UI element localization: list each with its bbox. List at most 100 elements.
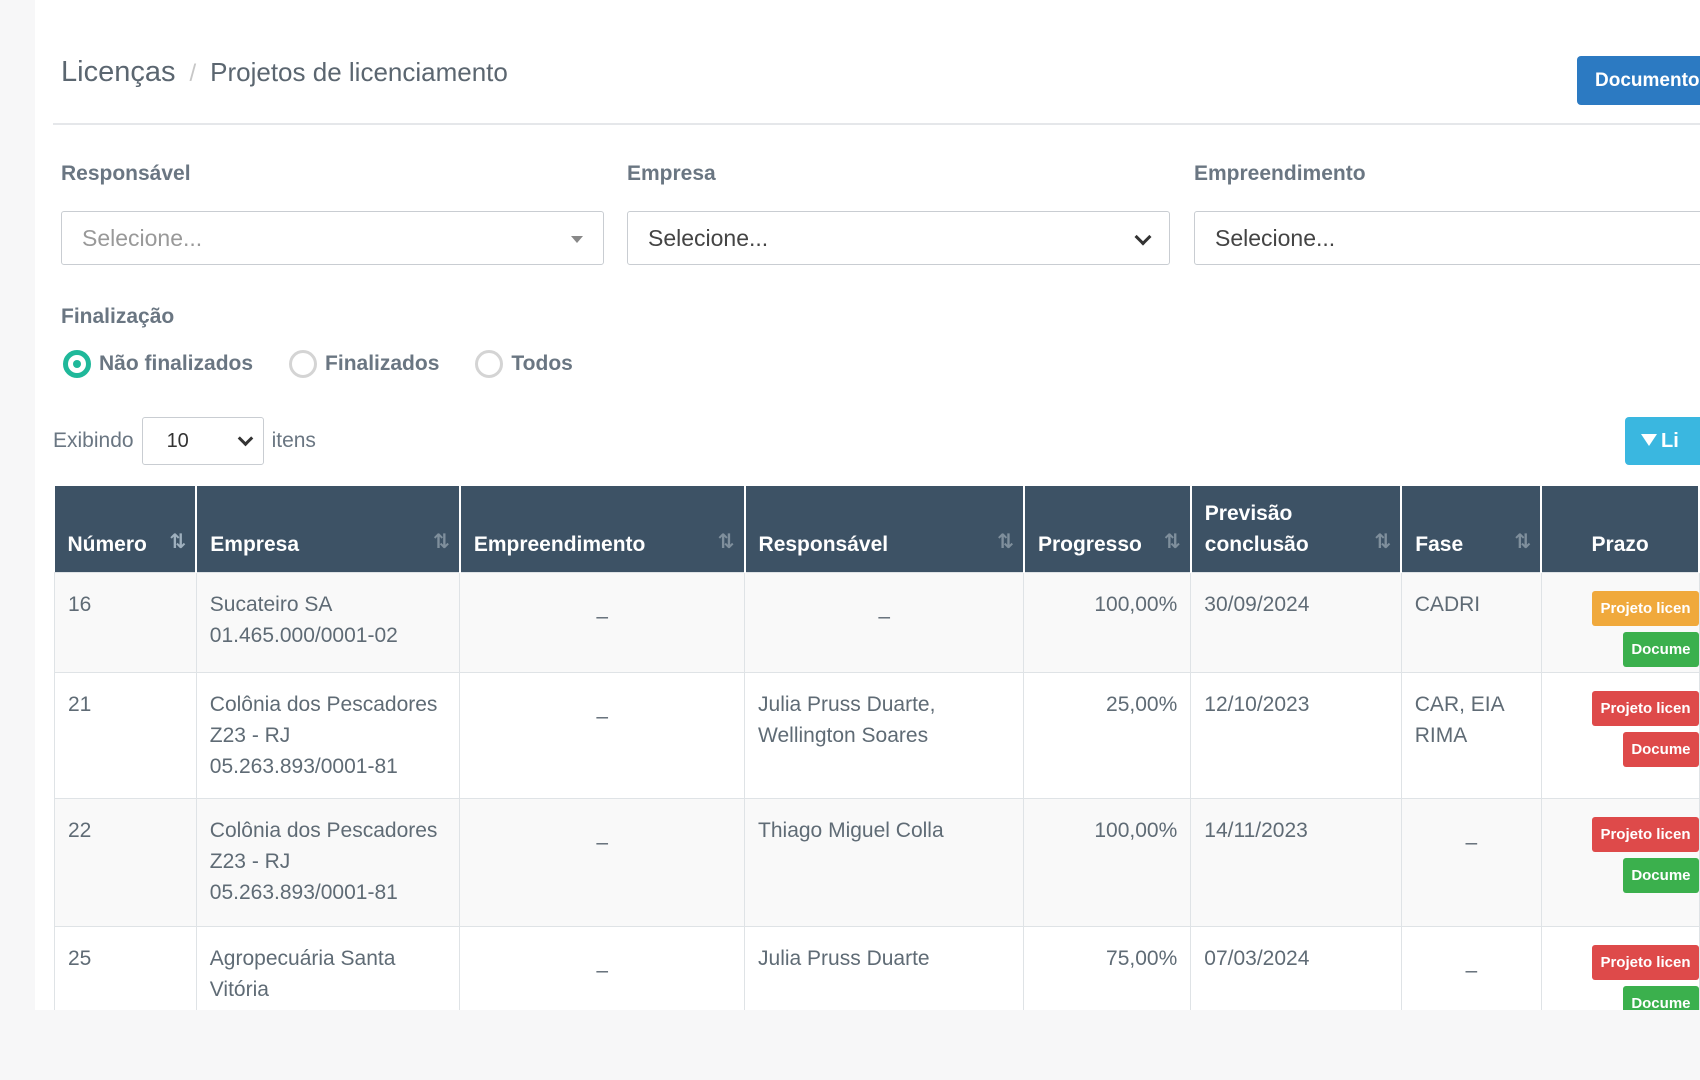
col-empresa-label: Empresa: [210, 533, 300, 556]
prazo-badge: Docume: [1623, 632, 1699, 667]
radio-nao-finalizados[interactable]: Não finalizados: [63, 350, 253, 378]
cell-empresa: Agropecuária Santa Vitória: [195, 926, 461, 1010]
page-size-value: 10: [166, 430, 189, 452]
fase-value: CAR, EIA RIMA: [1414, 693, 1504, 747]
radio-selected-icon[interactable]: [63, 350, 91, 378]
cell-empresa: Colônia dos Pescadores Z23 - RJ 05.263.893…: [195, 798, 461, 927]
empreendimento-value: –: [596, 831, 609, 854]
col-prazo-label: Prazo: [1591, 533, 1649, 556]
page-size-select[interactable]: 10: [141, 417, 264, 465]
breadcrumb-current: Projetos de licenciamento: [210, 57, 508, 87]
cell-empresa: Sucateiro SA 01.465.000/0001-02: [195, 572, 461, 673]
responsavel-value: Julia Pruss Duarte: [758, 947, 930, 970]
col-fase[interactable]: Fase ⇅: [1401, 486, 1543, 573]
prazo-badge: Docume: [1623, 858, 1699, 893]
cell-prazo: Projeto licen Docume: [1540, 798, 1700, 927]
sort-icon[interactable]: ⇅: [433, 527, 450, 558]
breadcrumb-root-link[interactable]: Licenças: [61, 56, 175, 89]
col-progresso[interactable]: Progresso ⇅: [1023, 486, 1192, 573]
prazo-badge: Projeto licen: [1592, 591, 1699, 626]
col-numero-label: Número: [67, 533, 147, 556]
empreendimento-label: Empreendimento: [1194, 162, 1366, 185]
cell-numero: 25: [54, 926, 197, 1010]
cell-prazo: Projeto licen Docume: [1540, 926, 1700, 1010]
projects-table: Número ⇅ Empresa ⇅ Empreendimento ⇅ Respons…: [54, 486, 1700, 1010]
col-previsao[interactable]: Previsão conclusão ⇅: [1190, 486, 1403, 573]
cell-responsavel: –: [744, 572, 1025, 673]
cell-progresso: 100,00%: [1023, 572, 1192, 673]
prazo-badges: Projeto licen Docume: [1555, 943, 1699, 1010]
prazo-badges: Projeto licen Docume: [1555, 689, 1699, 767]
col-prazo[interactable]: Prazo: [1541, 486, 1700, 573]
col-responsavel-label: Responsável: [758, 533, 889, 556]
cell-numero: 21: [54, 672, 197, 799]
documents-button[interactable]: Documentos: [1577, 56, 1700, 105]
cell-previsao: 30/09/2024: [1190, 572, 1402, 673]
col-responsavel[interactable]: Responsável ⇅: [744, 486, 1025, 573]
cell-prazo: Projeto licen Docume: [1540, 572, 1700, 673]
sort-icon[interactable]: ⇅: [997, 527, 1014, 558]
chevron-down-icon: [237, 430, 253, 447]
radio-empty-icon[interactable]: [475, 350, 504, 378]
table-row[interactable]: 21 Colônia dos Pescadores Z23 - RJ 05.263.8…: [54, 672, 1700, 799]
cell-empreendimento: –: [459, 798, 746, 927]
prazo-badge: Projeto licen: [1592, 945, 1699, 980]
responsavel-value: –: [878, 605, 891, 628]
cell-progresso: 75,00%: [1023, 926, 1192, 1010]
table-row[interactable]: 22 Colônia dos Pescadores Z23 - RJ 05.263.8…: [54, 798, 1700, 927]
empresa-line: Colônia dos Pescadores: [209, 693, 438, 716]
cell-progresso: 100,00%: [1023, 798, 1192, 927]
empresa-line: Agropecuária Santa: [209, 947, 396, 970]
cell-progresso: 25,00%: [1023, 672, 1192, 799]
responsavel-label: Responsável: [61, 162, 191, 185]
radio-label-todos: Todos: [511, 352, 573, 375]
cell-fase: –: [1400, 798, 1542, 927]
cell-previsao: 14/11/2023: [1190, 798, 1402, 927]
empresa-line: Colônia dos Pescadores: [209, 819, 438, 842]
radio-empty-icon[interactable]: [289, 350, 318, 378]
responsavel-value: Julia Pruss Duarte, Wellington Soares: [758, 693, 936, 747]
responsavel-select[interactable]: Selecione...: [61, 211, 604, 265]
empresa-select[interactable]: Selecione...: [627, 211, 1170, 265]
col-empresa[interactable]: Empresa ⇅: [196, 486, 461, 573]
sort-icon[interactable]: ⇅: [1164, 527, 1181, 558]
radio-label-finalizados: Finalizados: [325, 352, 440, 375]
responsavel-placeholder: Selecione...: [82, 225, 203, 251]
empresa-line: Z23 - RJ: [209, 724, 291, 747]
page-size-control: Exibindo 10 itens: [53, 417, 316, 465]
filter-button[interactable]: Li: [1625, 417, 1700, 465]
prazo-badges: Projeto licen Docume: [1555, 589, 1699, 667]
cell-prazo: Projeto licen Docume: [1540, 672, 1700, 799]
prazo-badge: Projeto licen: [1592, 817, 1699, 852]
radio-todos[interactable]: Todos: [475, 350, 573, 378]
sort-icon[interactable]: ⇅: [718, 527, 735, 558]
sort-icon[interactable]: ⇅: [1375, 527, 1392, 558]
col-previsao-label: Previsão conclusão: [1204, 502, 1309, 556]
breadcrumb-separator: /: [189, 60, 197, 87]
col-numero[interactable]: Número ⇅: [54, 486, 198, 573]
empresa-line: Vitória: [209, 978, 269, 1001]
col-progresso-label: Progresso: [1037, 533, 1142, 556]
cell-empreendimento: –: [459, 926, 746, 1010]
cell-numero: 16: [54, 572, 197, 673]
empreendimento-value: Selecione...: [1215, 225, 1336, 251]
fase-value: –: [1465, 831, 1478, 854]
empresa-value: Selecione...: [648, 225, 769, 251]
table-header-row: Número ⇅ Empresa ⇅ Empreendimento ⇅ Respons…: [54, 486, 1700, 573]
empreendimento-value: –: [596, 959, 609, 982]
empreendimento-select[interactable]: Selecione...: [1194, 211, 1700, 265]
radio-finalizados[interactable]: Finalizados: [289, 350, 439, 378]
cell-numero: 22: [54, 798, 197, 927]
radio-label-nao-finalizados: Não finalizados: [99, 352, 254, 375]
prazo-badge: Projeto licen: [1592, 691, 1699, 726]
table-row[interactable]: 16 Sucateiro SA 01.465.000/0001-02 – – 100,00…: [54, 572, 1700, 673]
table-row[interactable]: 25 Agropecuária Santa Vitória – Julia Pruss …: [54, 926, 1700, 1010]
page-size-suffix: itens: [271, 429, 316, 452]
cell-previsao: 07/03/2024: [1190, 926, 1402, 1010]
empreendimento-value: –: [596, 605, 609, 628]
sort-icon[interactable]: ⇅: [1515, 527, 1532, 558]
table-body: 16 Sucateiro SA 01.465.000/0001-02 – – 100,00…: [54, 572, 1700, 1010]
responsavel-value: Thiago Miguel Colla: [758, 819, 944, 842]
sort-asc-icon[interactable]: ⇅: [170, 527, 187, 558]
col-empreendimento[interactable]: Empreendimento ⇅: [459, 486, 746, 573]
